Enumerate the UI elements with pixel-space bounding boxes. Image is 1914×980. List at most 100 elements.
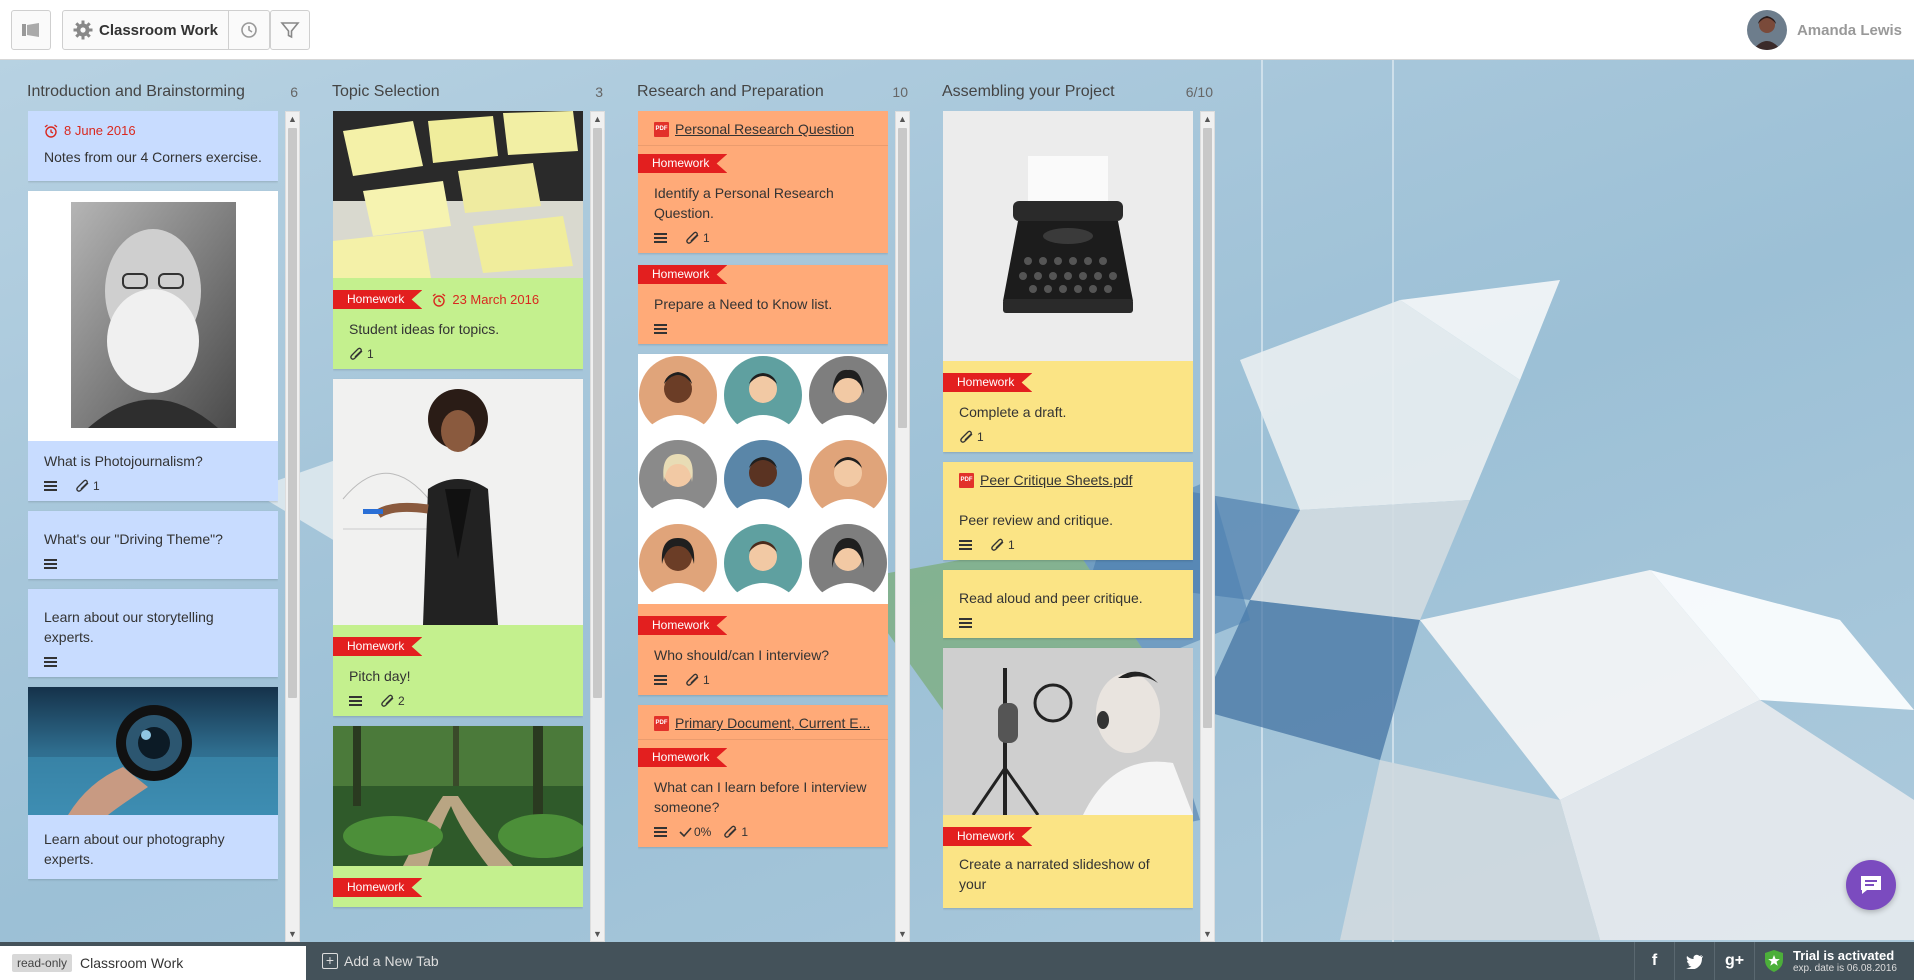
scroll-thumb[interactable] — [288, 128, 297, 698]
card-text: Who should/can I interview? — [654, 647, 830, 663]
column-scrollbar[interactable]: ▲ ▼ — [895, 111, 910, 942]
card[interactable]: What is Photojournalism? 1 — [28, 190, 278, 501]
card[interactable]: Homework Pitch day! 2 — [333, 379, 583, 716]
scroll-thumb[interactable] — [898, 128, 907, 428]
facebook-icon[interactable]: f — [1634, 942, 1674, 980]
column-scrollbar[interactable]: ▲ ▼ — [590, 111, 605, 942]
lens-image — [28, 686, 278, 815]
file-link[interactable]: Peer Critique Sheets.pdf — [980, 472, 1133, 488]
card[interactable]: PDF Personal Research Question Homework … — [638, 111, 888, 253]
card[interactable]: Homework Prepare a Need to Know list. — [638, 265, 888, 344]
card-text: Pitch day! — [349, 668, 411, 684]
attachment-count: 1 — [959, 430, 984, 444]
column-scrollbar[interactable]: ▲ ▼ — [1200, 111, 1215, 942]
card[interactable]: PDF Peer Critique Sheets.pdf Peer review… — [943, 462, 1193, 560]
card[interactable]: 8 June 2016 Notes from our 4 Corners exe… — [28, 111, 278, 181]
card[interactable]: Read aloud and peer critique. — [943, 570, 1193, 638]
scroll-thumb[interactable] — [1203, 128, 1212, 728]
description-icon — [654, 322, 667, 336]
card-text: Prepare a Need to Know list. — [654, 296, 833, 312]
attachment-count: 1 — [685, 231, 710, 245]
file-attachment[interactable]: PDF Peer Critique Sheets.pdf — [943, 462, 1193, 496]
column-title: Introduction and Brainstorming — [27, 83, 245, 100]
add-tab-label: Add a New Tab — [344, 953, 439, 969]
description-icon — [349, 694, 362, 708]
column-count: 3 — [595, 84, 603, 100]
file-attachment[interactable]: PDF Personal Research Question — [638, 111, 888, 146]
twitter-icon[interactable] — [1674, 942, 1714, 980]
card[interactable]: PDF Primary Document, Current E... Homew… — [638, 705, 888, 847]
column-scrollbar[interactable]: ▲ ▼ — [285, 111, 300, 942]
homework-badge: Homework — [638, 265, 728, 284]
card-text: What's our "Driving Theme"? — [44, 530, 223, 547]
card[interactable]: Learn about our storytelling experts. — [28, 588, 278, 677]
card-text: Read aloud and peer critique. — [959, 590, 1143, 606]
homework-badge: Homework — [333, 878, 423, 897]
bottom-bar: read-only Classroom Work + Add a New Tab… — [0, 942, 1914, 980]
card[interactable]: Homework Complete a draft. 1 — [943, 111, 1193, 452]
attachment-count: 2 — [380, 694, 405, 708]
user-menu[interactable]: Amanda Lewis — [1746, 10, 1902, 50]
history-button[interactable] — [229, 11, 269, 49]
card-text: Peer review and critique. — [959, 512, 1114, 528]
attachment-count: 1 — [349, 347, 374, 361]
google-plus-icon[interactable]: g+ — [1714, 942, 1754, 980]
scroll-up-icon[interactable]: ▲ — [1201, 112, 1214, 126]
column-cards: 8 June 2016 Notes from our 4 Corners exe… — [28, 111, 278, 942]
portrait-image — [28, 190, 278, 441]
homework-badge: Homework — [638, 154, 728, 173]
card[interactable]: Homework — [333, 726, 583, 907]
homework-badge: Homework — [333, 290, 423, 309]
column-cards: Homework Complete a draft. 1 PDF Peer Cr… — [943, 111, 1193, 942]
card[interactable]: What's our "Driving Theme"? — [28, 510, 278, 579]
paperclip-icon — [724, 825, 737, 838]
filter-icon — [280, 22, 300, 39]
paperclip-icon — [960, 430, 973, 443]
card[interactable]: Homework 23 March 2016 Student ideas for… — [333, 111, 583, 369]
column-title: Research and Preparation — [637, 83, 824, 100]
scroll-up-icon[interactable]: ▲ — [896, 112, 909, 126]
card-text: Create a narrated slideshow of your — [959, 856, 1150, 892]
scroll-down-icon[interactable]: ▼ — [896, 927, 909, 941]
card-text: Notes from our 4 Corners exercise. — [44, 148, 262, 165]
trial-status[interactable]: Trial is activated exp. date is 06.08.20… — [1754, 942, 1914, 980]
attachment-count: 1 — [723, 825, 748, 839]
tab-classroom-work[interactable]: read-only Classroom Work — [0, 946, 306, 980]
column-title: Assembling your Project — [942, 83, 1115, 100]
alarm-clock-icon — [44, 123, 58, 138]
scroll-thumb[interactable] — [593, 128, 602, 698]
column-title: Topic Selection — [332, 83, 440, 100]
singer-image — [943, 648, 1193, 815]
trial-title: Trial is activated — [1793, 948, 1895, 963]
card[interactable]: Homework Who should/can I interview? 1 — [638, 354, 888, 695]
scroll-down-icon[interactable]: ▼ — [1201, 927, 1214, 941]
tab-settings-button[interactable]: Classroom Work — [63, 11, 229, 49]
tab-toolbar: Classroom Work — [62, 10, 270, 50]
paperclip-icon — [686, 673, 699, 686]
card[interactable]: Homework Create a narrated slideshow of … — [943, 648, 1193, 908]
checklist-progress: 0% — [679, 825, 711, 839]
column-count: 10 — [892, 84, 908, 100]
forest-path-image — [333, 726, 583, 866]
file-link[interactable]: Primary Document, Current E... — [675, 715, 870, 731]
file-link[interactable]: Personal Research Question — [675, 121, 854, 137]
column-introduction: Introduction and Brainstorming 6 8 June … — [0, 60, 300, 942]
checkmark-icon — [679, 827, 692, 838]
filter-button[interactable] — [270, 10, 310, 50]
scroll-up-icon[interactable]: ▲ — [591, 112, 604, 126]
description-icon — [959, 616, 972, 630]
scroll-up-icon[interactable]: ▲ — [286, 112, 299, 126]
description-icon — [654, 231, 667, 245]
sidebar-toggle-button[interactable] — [11, 10, 51, 50]
card-text: Learn about our photography experts. — [44, 830, 225, 867]
card[interactable]: Learn about our photography experts. — [28, 686, 278, 879]
file-attachment[interactable]: PDF Primary Document, Current E... — [638, 705, 888, 740]
top-bar: Classroom Work Amanda Lewis — [0, 0, 1914, 60]
chat-button[interactable] — [1846, 860, 1896, 910]
due-date: 23 March 2016 — [432, 292, 539, 307]
scroll-down-icon[interactable]: ▼ — [286, 927, 299, 941]
scroll-down-icon[interactable]: ▼ — [591, 927, 604, 941]
add-tab-button[interactable]: + Add a New Tab — [322, 942, 439, 980]
description-icon — [654, 673, 667, 687]
tab-label: Classroom Work — [80, 955, 184, 971]
